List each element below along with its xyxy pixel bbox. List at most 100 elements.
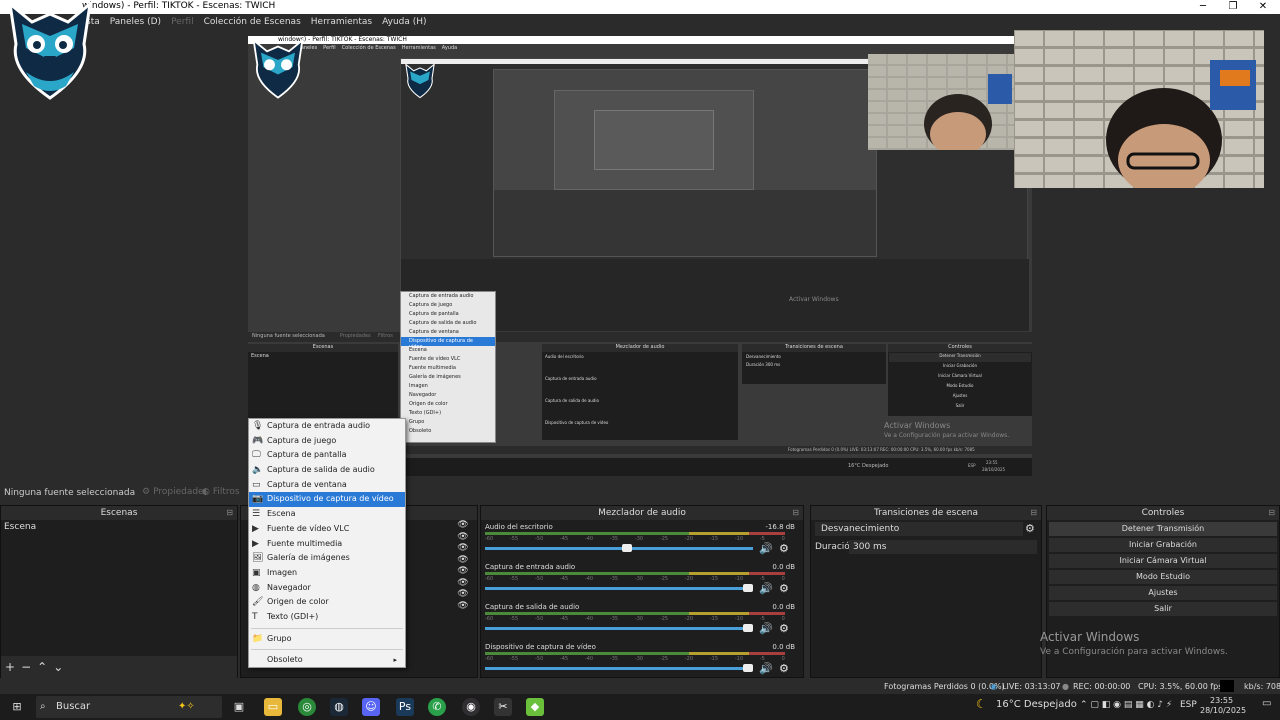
volume-slider-handle[interactable] — [743, 624, 753, 632]
discord-icon[interactable]: ☺ — [362, 698, 380, 716]
duration-input[interactable]: 300 ms — [849, 540, 1037, 554]
context-menu-item[interactable]: T Texto (GDI+) — [249, 610, 405, 625]
add-scene-button[interactable]: + — [5, 660, 15, 674]
scene-item[interactable]: Escena — [1, 520, 237, 534]
capcut-icon[interactable]: ✂ — [494, 698, 512, 716]
context-menu-item[interactable]: ▶ Fuente de vídeo VLC — [249, 522, 405, 537]
dock-pin-icon[interactable]: ⊟ — [792, 506, 799, 520]
nested-menu-item: Herramientas — [401, 45, 436, 51]
eye-icon[interactable]: 👁 — [448, 578, 478, 590]
volume-slider[interactable] — [485, 547, 753, 550]
start-virtual-camera-button[interactable]: Iniciar Cámara Virtual — [1049, 554, 1277, 568]
volume-slider[interactable] — [485, 627, 753, 630]
minecraft-icon[interactable]: ◆ — [526, 698, 544, 716]
volume-slider-handle[interactable] — [743, 584, 753, 592]
transition-settings-gear-icon[interactable]: ⚙ — [1025, 522, 1035, 535]
speaker-icon[interactable]: 🔊 — [759, 662, 773, 675]
volume-slider[interactable] — [485, 667, 753, 670]
dock-pin-icon[interactable]: ⊟ — [1268, 506, 1275, 520]
eye-icon[interactable]: 👁 — [448, 543, 478, 555]
channel-name: Audio del escritorio — [485, 523, 553, 531]
speaker-icon[interactable]: 🔊 — [759, 622, 773, 635]
maximize-button[interactable]: ❐ — [1218, 0, 1248, 14]
context-menu-item[interactable]: ▣ Imagen — [249, 566, 405, 581]
context-menu-item[interactable]: 🔈 Captura de salida de audio — [249, 463, 405, 478]
menu-item-perfil[interactable]: Perfil — [171, 17, 194, 27]
dock-pin-icon[interactable]: ⊟ — [226, 506, 233, 520]
properties-button[interactable]: ⚙ Propiedades — [142, 487, 208, 497]
gear-icon[interactable]: ⚙ — [779, 662, 789, 675]
eye-icon[interactable]: 👁 — [448, 520, 478, 532]
filters-button[interactable]: ◐ Filtros — [202, 487, 240, 497]
chrome-icon[interactable]: ◎ — [298, 698, 316, 716]
context-menu-item[interactable]: 📁 Grupo — [249, 632, 405, 647]
eye-icon[interactable]: 👁 — [448, 566, 478, 578]
context-menu-item[interactable]: Obsoleto ▸ — [249, 653, 405, 668]
search-placeholder: Buscar — [56, 701, 91, 712]
task-view-icon[interactable]: ▣ — [230, 698, 248, 716]
move-up-button[interactable]: ⌃ — [37, 660, 47, 674]
context-menu-item[interactable]: 🎮 Captura de juego — [249, 434, 405, 449]
weather-text[interactable]: 16°C Despejado — [996, 699, 1077, 710]
gear-icon[interactable]: ⚙ — [779, 582, 789, 595]
notification-icon[interactable]: ▭ — [1262, 698, 1271, 709]
context-menu-item[interactable]: ☰ Escena — [249, 507, 405, 522]
menu-item-label: Navegador — [267, 582, 311, 592]
move-down-button[interactable]: ⌄ — [53, 660, 63, 674]
menu-item-paneles[interactable]: Paneles (D) — [110, 17, 161, 27]
menu-separator — [251, 627, 403, 629]
minimize-button[interactable]: ─ — [1188, 0, 1218, 14]
eye-icon[interactable]: 👁 — [448, 555, 478, 567]
eye-icon[interactable]: 👁 — [448, 532, 478, 544]
scale-tick: -10 — [734, 576, 744, 582]
language-indicator[interactable]: ESP — [1180, 700, 1197, 710]
menu-item-herramientas[interactable]: Herramientas — [311, 17, 372, 27]
context-menu-item[interactable]: 🖵 Captura de pantalla — [249, 448, 405, 463]
context-menu-item[interactable]: 🎙 Captura de entrada audio — [249, 419, 405, 434]
menu-item-ayuda[interactable]: Ayuda (H) — [382, 17, 426, 27]
nested-owl-logo-icon — [405, 63, 435, 99]
windows-start-icon[interactable]: ⊞ — [8, 698, 26, 716]
settings-button[interactable]: Ajustes — [1049, 586, 1277, 600]
steam-icon[interactable]: ◍ — [330, 698, 348, 716]
nested-ctrl-btn: Iniciar Cámara Virtual — [938, 373, 982, 378]
context-menu-item[interactable]: 🖼 Galería de imágenes — [249, 551, 405, 566]
scale-tick: -45 — [559, 576, 569, 582]
exit-button[interactable]: Salir — [1049, 602, 1277, 616]
taskbar-search[interactable]: ⌕ Buscar ✦✧ — [36, 696, 222, 718]
gear-icon[interactable]: ⚙ — [779, 622, 789, 635]
context-menu-item[interactable]: 🖌 Origen de color — [249, 595, 405, 610]
whatsapp-icon[interactable]: ✆ — [428, 698, 446, 716]
nested-ctx-item: Navegador — [409, 392, 437, 398]
close-button[interactable]: ✕ — [1248, 0, 1278, 14]
photoshop-icon[interactable]: Ps — [396, 698, 414, 716]
tray-icons[interactable]: ⌃ ▢ ◧ ◉ ▤ ▦ ◐ ♪ ⚡ — [1080, 700, 1172, 710]
gear-icon[interactable]: ⚙ — [779, 542, 789, 555]
webcam-overlay-large — [1014, 30, 1264, 188]
menu-item-coleccion[interactable]: Colección de Escenas — [204, 17, 301, 27]
context-menu-item[interactable]: ◍ Navegador — [249, 581, 405, 596]
stop-streaming-button[interactable]: Detener Transmisión — [1049, 522, 1277, 536]
studio-mode-button[interactable]: Modo Estudio — [1049, 570, 1277, 584]
volume-slider-handle[interactable] — [743, 664, 753, 672]
context-menu-item[interactable]: ▶ Fuente multimedia — [249, 537, 405, 552]
scale-tick: -55 — [509, 576, 519, 582]
dock-pin-icon[interactable]: ⊟ — [1030, 506, 1037, 520]
obs-icon[interactable]: ◉ — [462, 698, 480, 716]
start-recording-button[interactable]: Iniciar Grabación — [1049, 538, 1277, 552]
clock-date[interactable]: 28/10/2025 — [1200, 706, 1246, 715]
volume-slider-handle[interactable] — [622, 544, 632, 552]
scale-tick: -40 — [584, 536, 594, 542]
speaker-icon[interactable]: 🔊 — [759, 582, 773, 595]
eye-icon[interactable]: 👁 — [448, 589, 478, 601]
clock-time[interactable]: 23:55 — [1210, 696, 1233, 705]
context-menu-item[interactable]: 📷 Dispositivo de captura de vídeo — [249, 492, 405, 508]
volume-slider[interactable] — [485, 587, 753, 590]
speaker-icon[interactable]: 🔊 — [759, 542, 773, 555]
context-menu-item[interactable]: ▭ Captura de ventana — [249, 478, 405, 493]
transition-select[interactable]: Desvanecimiento — [815, 522, 1023, 536]
scale-tick: -55 — [509, 656, 519, 662]
eye-icon[interactable]: 👁 — [448, 601, 478, 613]
file-explorer-icon[interactable]: ▭ — [264, 698, 282, 716]
remove-scene-button[interactable]: − — [21, 660, 31, 674]
